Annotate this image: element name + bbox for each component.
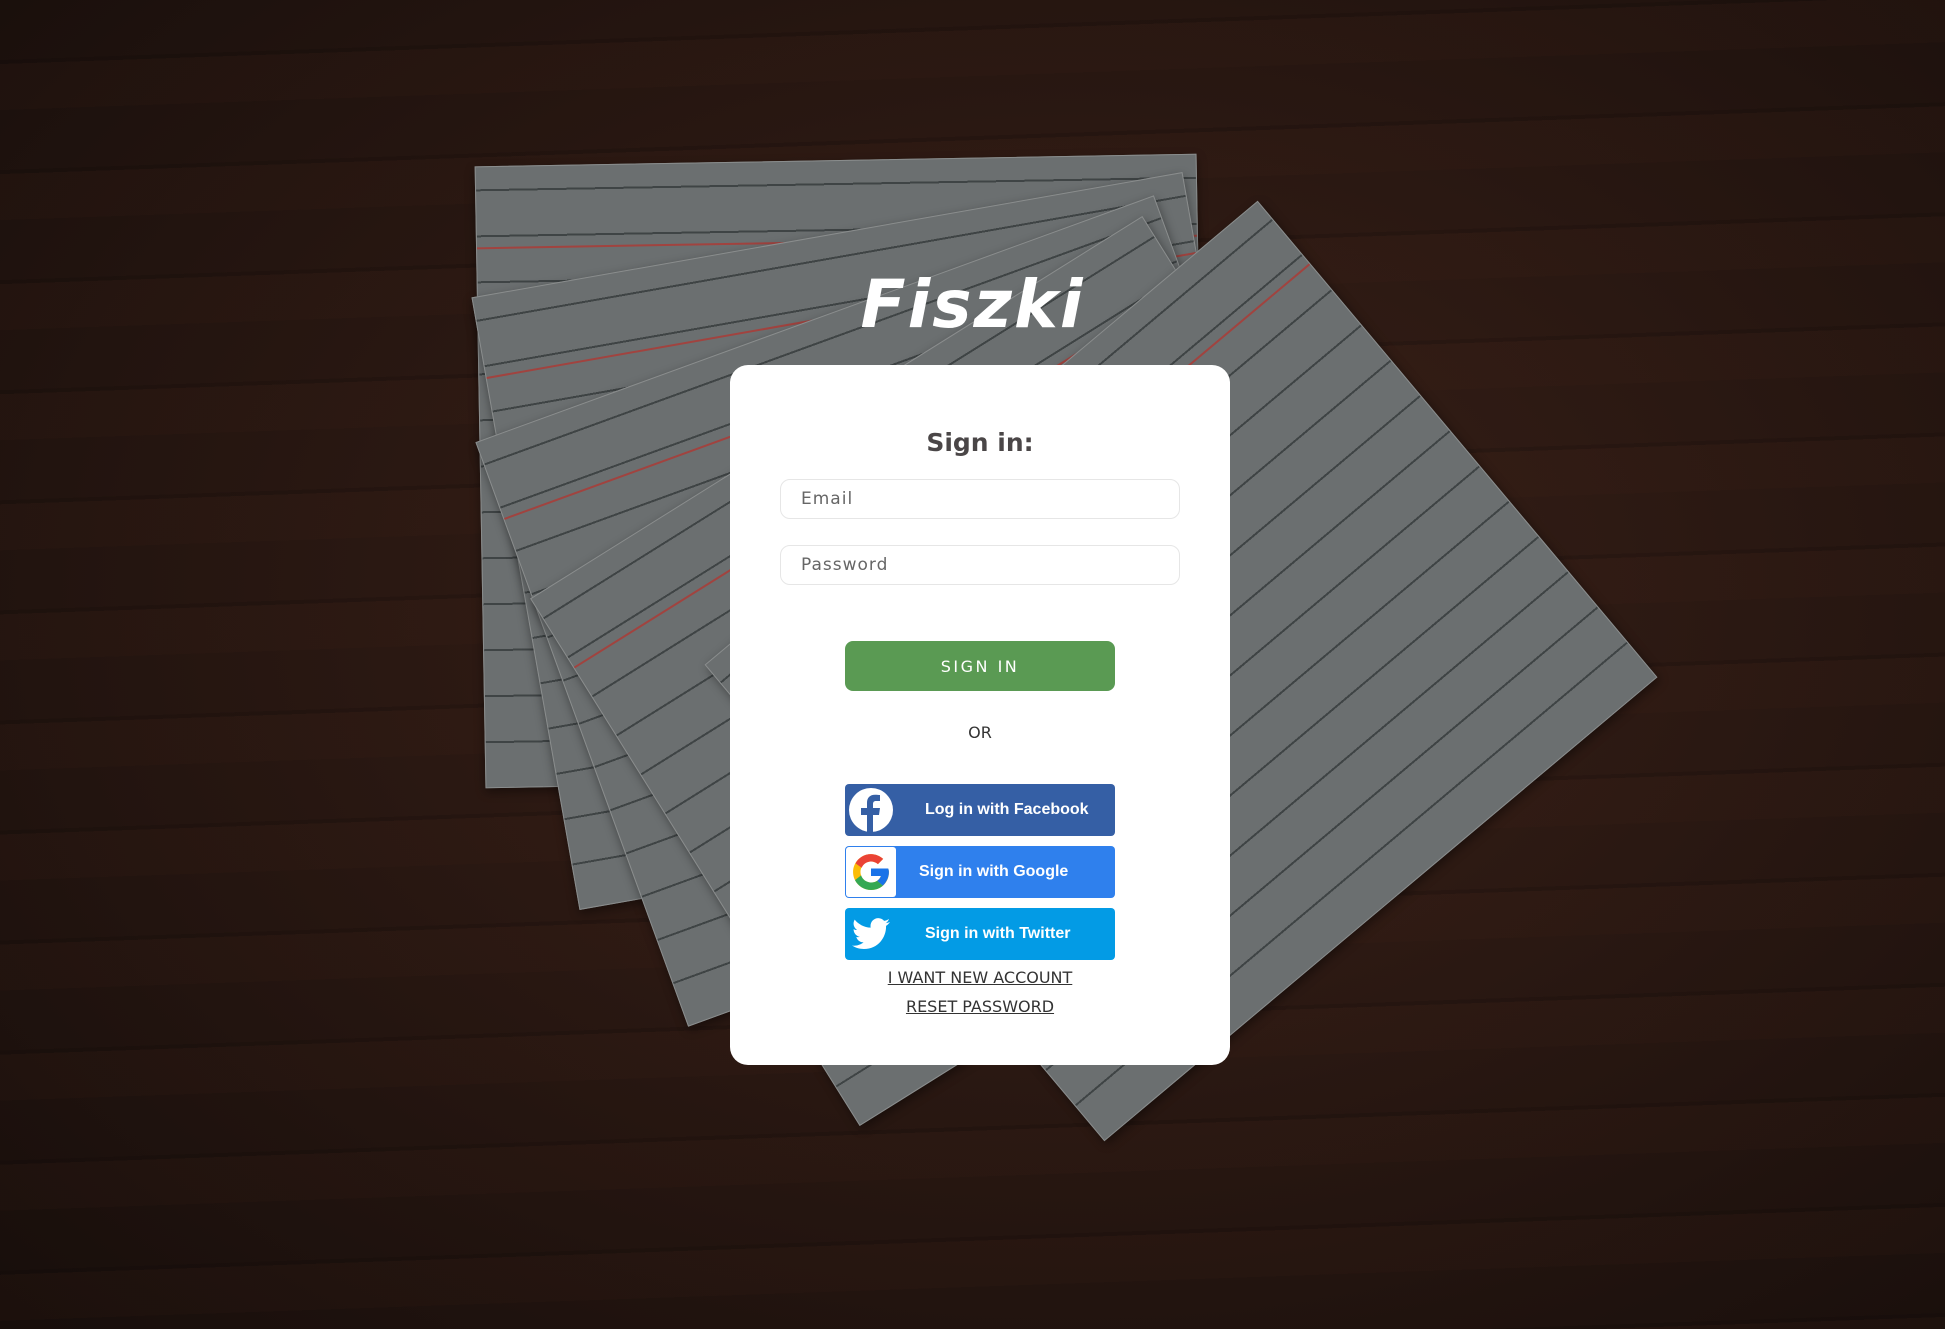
- google-login-button[interactable]: Sign in with Google: [845, 846, 1115, 898]
- app-logo: Fiszki: [860, 266, 1085, 343]
- reset-password-link[interactable]: RESET PASSWORD: [730, 997, 1230, 1016]
- twitter-login-label: Sign in with Twitter: [925, 925, 1071, 942]
- sign-in-button[interactable]: SIGN IN: [845, 641, 1115, 691]
- facebook-login-label: Log in with Facebook: [925, 801, 1089, 818]
- sign-in-panel: Sign in: SIGN IN OR Log in with Facebook…: [730, 365, 1230, 1065]
- facebook-icon: [845, 784, 897, 836]
- email-input[interactable]: [780, 479, 1180, 519]
- google-login-label: Sign in with Google: [919, 863, 1069, 880]
- or-divider: OR: [968, 723, 992, 742]
- google-icon: [846, 847, 896, 897]
- new-account-link[interactable]: I WANT NEW ACCOUNT: [730, 968, 1230, 987]
- facebook-login-button[interactable]: Log in with Facebook: [845, 784, 1115, 836]
- twitter-icon: [845, 908, 897, 960]
- twitter-login-button[interactable]: Sign in with Twitter: [845, 908, 1115, 960]
- password-input[interactable]: [780, 545, 1180, 585]
- sign-in-heading: Sign in:: [926, 428, 1034, 457]
